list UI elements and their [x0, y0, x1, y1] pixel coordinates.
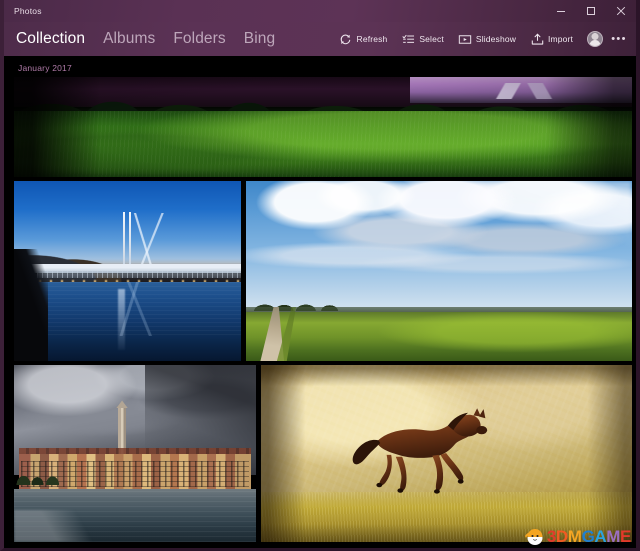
ellipsis-icon: ••• — [611, 33, 627, 45]
field-sunrays-layer — [458, 181, 632, 307]
close-button[interactable] — [606, 0, 636, 22]
tab-folders[interactable]: Folders — [173, 31, 225, 47]
photo-scene — [14, 77, 632, 177]
bridge-tower-reflection-layer — [118, 289, 126, 351]
bridge-truss-layer — [36, 271, 241, 279]
photos-app-window: Photos Collection Albums Folders Bing Re… — [0, 0, 640, 551]
nav-tabs: Collection Albums Folders Bing — [16, 31, 275, 47]
import-label: Import — [548, 34, 573, 44]
minimize-button[interactable] — [546, 0, 576, 22]
window-title: Photos — [14, 6, 42, 16]
account-button[interactable] — [583, 27, 607, 51]
window-controls — [546, 0, 636, 22]
slideshow-label: Slideshow — [475, 34, 516, 44]
meadow-vignette-layer — [14, 77, 632, 177]
select-list-icon — [401, 32, 415, 46]
overflow-menu-button[interactable]: ••• — [608, 27, 630, 51]
horse-vignette-layer — [261, 365, 632, 542]
photo-scene — [246, 181, 632, 361]
select-button[interactable]: Select — [394, 26, 451, 52]
tab-collection[interactable]: Collection — [16, 31, 85, 47]
photo-row — [14, 181, 632, 361]
tab-albums[interactable]: Albums — [103, 31, 155, 47]
slideshow-icon — [458, 32, 472, 46]
town-trees-layer — [16, 465, 80, 486]
title-bar[interactable]: Photos — [4, 0, 636, 22]
refresh-label: Refresh — [356, 34, 388, 44]
account-avatar-icon — [587, 31, 603, 47]
gallery-scroll-area[interactable]: January 2017 3DMGAME — [4, 56, 636, 548]
bridge-cables-layer — [59, 213, 232, 268]
bridge-tower-layer — [128, 211, 131, 268]
field-grass-layer — [246, 312, 632, 361]
photo-scene — [261, 365, 632, 542]
command-actions: Refresh Select Slideshow Import ••• — [332, 26, 630, 52]
maximize-button[interactable] — [576, 0, 606, 22]
photo-thumbnail-bridge[interactable] — [14, 181, 241, 361]
command-bar: Collection Albums Folders Bing Refresh S… — [4, 22, 636, 56]
tab-bing[interactable]: Bing — [244, 31, 275, 47]
date-group-header: January 2017 — [18, 63, 72, 73]
refresh-icon — [339, 32, 353, 46]
photo-grid — [4, 77, 636, 546]
photo-scene — [14, 365, 256, 542]
refresh-button[interactable]: Refresh — [332, 26, 395, 52]
photo-thumbnail-meadow[interactable] — [14, 77, 632, 177]
photo-thumbnail-field[interactable] — [246, 181, 632, 361]
maximize-icon — [587, 7, 595, 15]
bridge-reflection-layer — [23, 281, 241, 336]
minimize-icon — [557, 11, 565, 12]
photo-row — [14, 77, 632, 177]
close-icon — [616, 6, 626, 16]
import-button[interactable]: Import — [523, 26, 580, 52]
select-label: Select — [419, 34, 444, 44]
photo-thumbnail-town[interactable] — [14, 365, 256, 542]
slideshow-button[interactable]: Slideshow — [451, 26, 523, 52]
photo-scene — [14, 181, 241, 361]
town-shore-layer — [14, 510, 106, 542]
bridge-foreground-rock-layer — [14, 249, 49, 361]
photo-thumbnail-horse[interactable] — [261, 365, 632, 542]
import-icon — [530, 32, 544, 46]
photo-row — [14, 365, 632, 542]
bridge-tower-layer — [122, 211, 126, 268]
